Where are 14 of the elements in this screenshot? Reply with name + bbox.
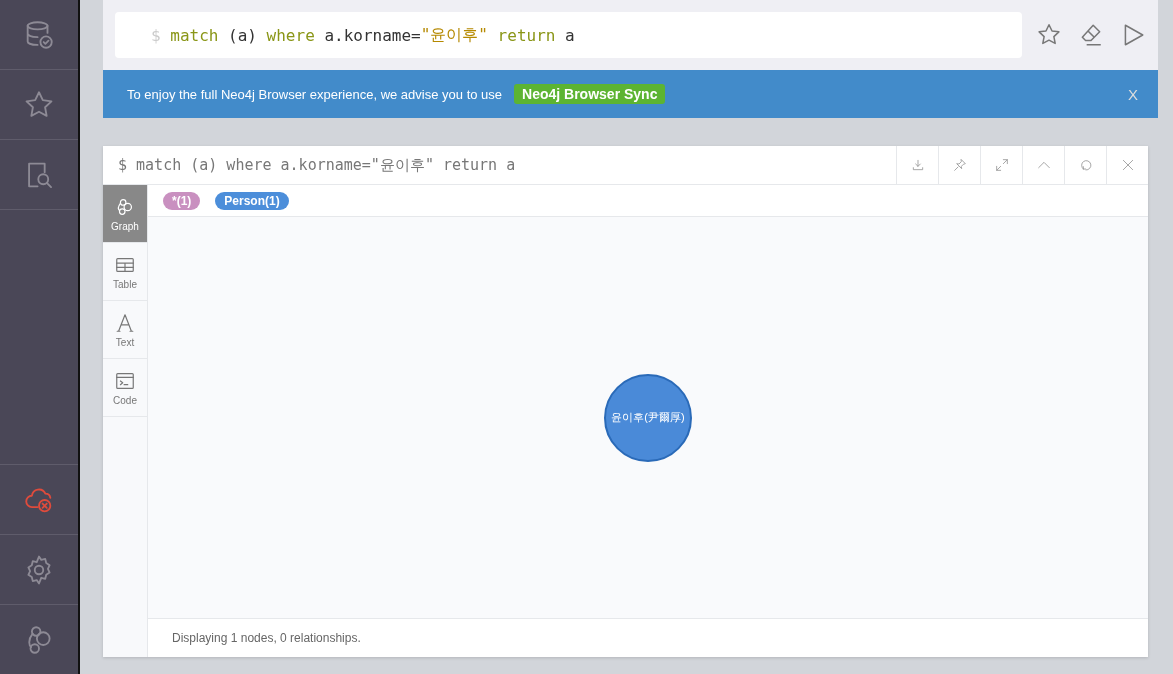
- browser-sync-link[interactable]: Neo4j Browser Sync: [514, 84, 666, 104]
- frame-query-title: $ match (a) where a.korname="윤이후" return a: [117, 154, 517, 176]
- banner-message: To enjoy the full Neo4j Browser experience, we advise you to use: [127, 86, 503, 102]
- view-tab[interactable]: Graph: [103, 185, 147, 243]
- text-view-icon: [114, 311, 136, 334]
- view-tab[interactable]: Text: [103, 301, 147, 359]
- close-button[interactable]: X: [1128, 85, 1138, 103]
- label-tag[interactable]: Person(1): [215, 191, 289, 210]
- query-input[interactable]: $ match (a) where a.korname="윤이후" return a: [115, 12, 1022, 58]
- status-message: Displaying 1 nodes, 0 relationships.: [148, 618, 1148, 657]
- graph-node[interactable]: 윤이후(尹爾厚): [604, 373, 692, 462]
- view-tab[interactable]: Table: [103, 243, 147, 301]
- view-tab[interactable]: Code: [103, 359, 147, 417]
- label-tag[interactable]: *(1): [163, 191, 201, 210]
